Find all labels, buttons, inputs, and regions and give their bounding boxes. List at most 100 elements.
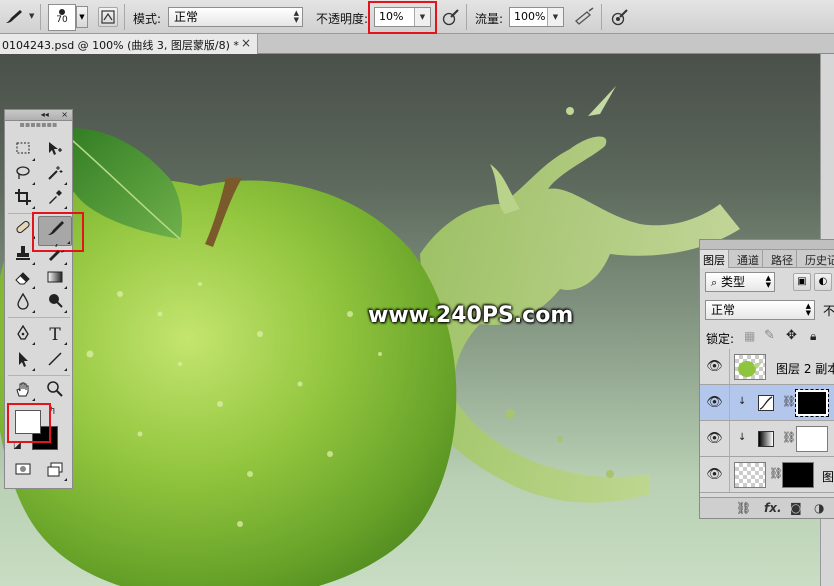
tools-separator [8, 375, 70, 376]
document-tab[interactable]: 0104243.psd @ 100% (曲线 3, 图层蒙版/8) * × [0, 34, 258, 54]
document-tab-bar: 0104243.psd @ 100% (曲线 3, 图层蒙版/8) * × [0, 34, 834, 54]
eye-icon[interactable]: 👁︎ [700, 349, 730, 384]
layer-row[interactable]: 👁︎ ↓ ⛓︎ [700, 421, 834, 457]
close-document-icon[interactable]: × [241, 36, 251, 50]
link-icon[interactable]: ⛓︎ [782, 431, 796, 444]
layer-row[interactable]: 👁︎ ⛓︎ 图 [700, 457, 834, 493]
eye-icon[interactable]: 👁︎ [700, 421, 730, 456]
layer-thumbnail [734, 354, 766, 380]
brush-tool-icon[interactable] [3, 8, 25, 26]
updown-arrows-icon: ▲ ▼ [805, 302, 811, 317]
filter-adjustment-icon[interactable]: ◐ [814, 273, 832, 291]
tab-paths[interactable]: 路径 [768, 250, 797, 268]
lock-all-icon[interactable]: 🔒︎ [810, 329, 816, 344]
lock-transparent-icon[interactable]: ▦ [744, 329, 755, 343]
brush-preset-picker[interactable]: 70 [48, 4, 76, 31]
document-title: 0104243.psd @ 100% (曲线 3, 图层蒙版/8) * [2, 39, 239, 52]
layer-name: 图 [822, 470, 834, 484]
levels-adjustment-icon [758, 431, 774, 447]
collapse-panel-icon[interactable]: ◂◂ [41, 110, 49, 119]
separator [466, 4, 467, 30]
link-layers-icon[interactable]: ⛓︎ [736, 501, 751, 515]
eye-icon[interactable]: 👁︎ [700, 457, 730, 492]
dodge-tool-icon[interactable] [42, 292, 68, 314]
document-canvas[interactable]: www.240PS.com [0, 54, 820, 586]
adjustment-layer-icon[interactable]: ◑ [814, 501, 824, 515]
layer-filter-select[interactable]: ⌕ 类型 ▲ ▼ [705, 272, 775, 292]
curves-adjustment-icon [758, 395, 774, 411]
brush-preset-arrow-button[interactable]: ▼ [76, 6, 88, 28]
airbrush-icon[interactable] [573, 7, 595, 27]
tab-history[interactable]: 历史记 [802, 250, 834, 268]
quick-mask-icon[interactable] [10, 460, 36, 482]
lock-paint-icon[interactable]: ✎ [764, 328, 775, 343]
layer-mask-thumbnail[interactable] [796, 426, 828, 452]
layer-name: 图层 2 副本 [776, 362, 834, 376]
tool-preset-arrow[interactable]: ▼ [29, 12, 34, 20]
brush-size-label: 70 [56, 15, 68, 25]
clipping-mask-icon: ↓ [738, 396, 747, 407]
magic-wand-tool-icon[interactable] [42, 164, 68, 186]
add-mask-icon[interactable]: ◙ [790, 501, 802, 515]
path-selection-tool-icon[interactable] [10, 350, 36, 372]
link-icon[interactable]: ⛓︎ [782, 395, 796, 408]
eye-icon[interactable]: 👁︎ [700, 385, 730, 420]
panel-grip[interactable]: ▪▪▪▪▪▪▪ [5, 121, 72, 130]
flow-input[interactable]: 100% ▼ [509, 7, 564, 27]
layer-row-selected[interactable]: 👁︎ ↓ ⛓︎ [700, 385, 834, 421]
options-bar: ▼ 70 ▼ 模式: 正常 ▲ ▼ 不透明度: 10% ▼ 流量: 100% ▼ [0, 0, 834, 34]
eyedropper-tool-icon[interactable] [42, 188, 68, 210]
tools-separator [8, 317, 70, 318]
layer-thumbnail [734, 462, 766, 488]
flow-value: 100% [514, 10, 546, 23]
tab-channels[interactable]: 通道 [734, 250, 763, 268]
mode-label: 模式: [133, 12, 162, 26]
pressure-opacity-icon[interactable] [441, 7, 461, 27]
pen-tool-icon[interactable] [10, 324, 36, 346]
lasso-tool-icon[interactable] [10, 164, 36, 186]
marquee-tool-icon[interactable] [10, 140, 36, 162]
updown-arrows-icon: ▲ ▼ [765, 274, 771, 289]
layer-mask-thumbnail[interactable] [795, 389, 829, 417]
gradient-tool-icon[interactable] [42, 268, 68, 290]
clone-stamp-tool-icon[interactable] [10, 244, 36, 266]
clipping-mask-icon: ↓ [738, 432, 747, 443]
layers-panel: 图层 通道 路径 历史记 ⌕ 类型 ▲▼ ▣ ◐ 正常 ▲▼ 不 锁定: ▦ ✎… [699, 239, 834, 519]
lock-label: 锁定: [706, 332, 735, 346]
blend-mode-value: 正常 [711, 303, 736, 317]
opacity-label: 不透明度: [316, 12, 369, 26]
mode-select[interactable]: 正常 ▲ ▼ [168, 7, 303, 27]
crop-tool-icon[interactable] [10, 188, 36, 210]
brush-panel-icon [101, 10, 115, 24]
color-swatch-highlight-box [7, 403, 51, 443]
search-icon: ⌕ [711, 276, 718, 289]
move-tool-icon[interactable] [42, 140, 68, 162]
separator [124, 4, 125, 30]
layer-filter-value: 类型 [721, 275, 746, 289]
separator [601, 4, 602, 30]
brush-panel-toggle-button[interactable] [98, 7, 118, 27]
opacity-label: 不 [823, 304, 834, 318]
type-tool-icon[interactable]: T [42, 324, 68, 346]
layer-style-fx-icon[interactable]: fx. [764, 501, 782, 515]
flow-dropdown-arrow[interactable]: ▼ [547, 8, 563, 26]
line-tool-icon[interactable] [42, 350, 68, 372]
blur-tool-icon[interactable] [10, 292, 36, 314]
layers-panel-header[interactable] [700, 240, 834, 250]
layer-row[interactable]: 👁︎ 图层 2 副本 [700, 349, 834, 385]
close-panel-icon[interactable]: × [61, 110, 68, 119]
filter-pixel-icon[interactable]: ▣ [793, 273, 811, 291]
screen-mode-icon[interactable] [42, 460, 68, 482]
link-icon[interactable]: ⛓︎ [769, 467, 783, 480]
hand-tool-icon[interactable] [10, 380, 36, 402]
zoom-tool-icon[interactable] [42, 380, 68, 402]
mode-value: 正常 [174, 10, 199, 24]
flow-label: 流量: [475, 12, 504, 26]
history-brush-tool-icon[interactable] [42, 241, 68, 266]
lock-move-icon[interactable]: ✥ [786, 328, 797, 343]
pressure-size-icon[interactable] [610, 7, 630, 27]
eraser-tool-icon[interactable] [10, 268, 36, 290]
blend-mode-select[interactable]: 正常 ▲ ▼ [705, 300, 815, 320]
layer-mask-thumbnail[interactable] [782, 462, 814, 488]
tab-layers[interactable]: 图层 [700, 250, 729, 268]
